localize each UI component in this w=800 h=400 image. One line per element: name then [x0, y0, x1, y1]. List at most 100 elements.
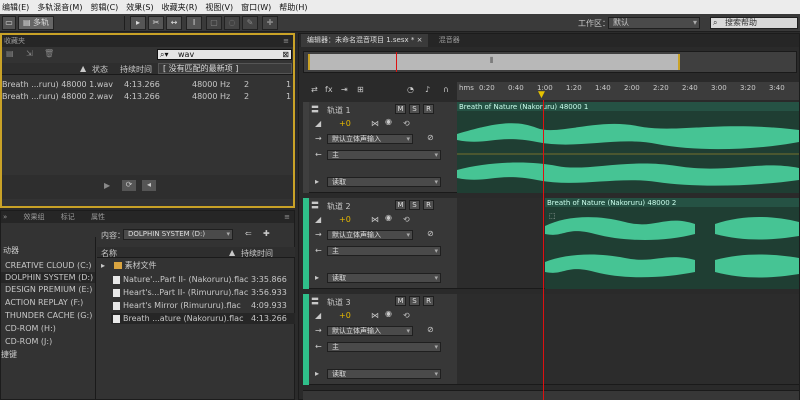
menu-edit[interactable]: 编辑(E): [2, 2, 29, 13]
automation-select[interactable]: 读取: [327, 369, 441, 379]
column-duration[interactable]: 持续时间: [120, 64, 152, 75]
pan-icon[interactable]: ⋈: [371, 119, 379, 128]
pan-icon[interactable]: ⋈: [371, 311, 379, 320]
eq-icon[interactable]: ⊞: [357, 85, 364, 94]
record-button[interactable]: R: [423, 104, 434, 114]
tab-editor[interactable]: 编辑器：未命名混音项目 1.sesx * ×: [301, 34, 429, 47]
autoplay-icon[interactable]: ◂: [142, 180, 156, 191]
add-shortcut-icon[interactable]: ✚: [263, 229, 270, 238]
volume-icon[interactable]: ◢: [315, 311, 321, 320]
overview-bar[interactable]: ⦀: [303, 51, 797, 73]
monitor-icon[interactable]: ⊘: [427, 229, 434, 238]
pan-knob-icon[interactable]: ◉: [385, 309, 392, 318]
tab-favorites[interactable]: 收藏夹: [4, 37, 25, 45]
record-button[interactable]: R: [423, 296, 434, 306]
razor-tool-icon[interactable]: ✂: [148, 16, 164, 30]
input-select[interactable]: 默认立体声输入: [327, 230, 413, 240]
mute-button[interactable]: M: [395, 296, 406, 306]
file-row-selected[interactable]: Breath ...ature (Nakoruru).flac 4:13.266: [111, 313, 295, 324]
track-name[interactable]: 轨道 1: [327, 105, 351, 116]
expand-icon[interactable]: ▸: [315, 273, 319, 282]
file-row[interactable]: Heart's...Part II- (Rimururu).flac 3:56.…: [113, 287, 295, 298]
menu-effects[interactable]: 效果(S): [126, 2, 153, 13]
input-select[interactable]: 默认立体声输入: [327, 134, 413, 144]
drive-item[interactable]: THUNDER CACHE (G:): [5, 310, 92, 321]
menu-clip[interactable]: 剪辑(C): [90, 2, 118, 13]
volume-value[interactable]: +0: [339, 119, 351, 128]
sync-icon[interactable]: ⟲: [403, 215, 410, 224]
menu-help[interactable]: 帮助(H): [279, 2, 307, 13]
automation-select[interactable]: 读取: [327, 177, 441, 187]
track-handle[interactable]: [303, 102, 309, 193]
move-icon[interactable]: ⇄: [311, 85, 318, 94]
expand-icon[interactable]: ▸: [101, 261, 105, 270]
output-select[interactable]: 主: [327, 342, 441, 352]
track-2-lane[interactable]: Breath of Nature (Nakoruru) 48000 2 ⬚: [457, 198, 799, 289]
track-handle[interactable]: [303, 294, 309, 385]
track-name[interactable]: 轨道 2: [327, 201, 351, 212]
waveform-view-button[interactable]: ▭: [2, 16, 16, 30]
mute-button[interactable]: M: [395, 104, 406, 114]
workspace-select[interactable]: 默认 ▾: [608, 17, 700, 29]
search-input[interactable]: ⌕▾ wav ⊠: [157, 49, 292, 60]
file-row[interactable]: Heart's Mirror (Rimururu).flac 4:09.933: [113, 300, 295, 311]
meter-icon[interactable]: ◔: [407, 85, 414, 94]
menu-favorites[interactable]: 收藏夹(R): [162, 2, 198, 13]
column-status[interactable]: 状态: [92, 64, 108, 75]
volume-icon[interactable]: ◢: [315, 215, 321, 224]
drive-item[interactable]: CD-ROM (J:): [5, 336, 52, 347]
overview-viewport[interactable]: [308, 54, 680, 70]
volume-icon[interactable]: ◢: [315, 119, 321, 128]
headphones-icon[interactable]: ∩: [443, 85, 449, 94]
mute-button[interactable]: M: [395, 200, 406, 210]
tab-mixer[interactable]: 混音器: [439, 36, 460, 44]
pan-knob-icon[interactable]: ◉: [385, 213, 392, 222]
track-1-lane[interactable]: Breath of Nature (Nakoruru) 48000 1: [457, 102, 799, 193]
move-tool-icon[interactable]: ▸: [130, 16, 146, 30]
marquee-tool-icon[interactable]: ▢: [206, 16, 222, 30]
fx-icon[interactable]: fx: [325, 85, 333, 94]
overview-handle-icon[interactable]: ⦀: [490, 56, 494, 66]
lasso-tool-icon[interactable]: ◌: [224, 16, 240, 30]
drive-item[interactable]: CREATIVE CLOUD (C:): [5, 260, 92, 271]
pan-knob-icon[interactable]: ◉: [385, 117, 392, 126]
drive-item[interactable]: DESIGN PREMIUM (E:): [5, 284, 92, 295]
tab-markers[interactable]: 标记: [61, 213, 75, 221]
sync-icon[interactable]: ⟲: [403, 311, 410, 320]
sync-icon[interactable]: ⟲: [403, 119, 410, 128]
loop-icon[interactable]: ⟳: [122, 180, 136, 191]
volume-value[interactable]: +0: [339, 311, 351, 320]
volume-value[interactable]: +0: [339, 215, 351, 224]
help-search-input[interactable]: ⌕ 搜索帮助: [710, 17, 798, 29]
expand-icon[interactable]: ▸: [315, 177, 319, 186]
expand-icon[interactable]: ▸: [315, 369, 319, 378]
tab-effects-rack[interactable]: 效果组: [24, 213, 45, 221]
send-icon[interactable]: ⇥: [341, 85, 348, 94]
file-row[interactable]: Breath ...ruru) 48000 1.wav 4:13.266 480…: [2, 79, 292, 90]
clear-icon[interactable]: ⊠: [282, 50, 289, 59]
file-row[interactable]: Nature'...Part II- (Nakoruru).flac 3:35.…: [113, 274, 295, 285]
time-selection-tool-icon[interactable]: I: [186, 16, 202, 30]
panel-menu-icon[interactable]: ≡: [283, 35, 289, 47]
multitrack-view-button[interactable]: ▤ 多轨: [18, 16, 54, 30]
monitor-icon[interactable]: ⊘: [427, 325, 434, 334]
insert-icon[interactable]: ⇲: [26, 49, 33, 58]
panel-menu-icon[interactable]: ≡: [284, 211, 290, 223]
menu-view[interactable]: 视图(V): [205, 2, 233, 13]
slip-tool-icon[interactable]: ↔: [166, 16, 182, 30]
track-3-lane[interactable]: [457, 294, 799, 385]
drive-item[interactable]: ACTION REPLAY (F:): [5, 297, 83, 308]
solo-button[interactable]: S: [409, 200, 420, 210]
pan-icon[interactable]: ⋈: [371, 215, 379, 224]
playhead-line[interactable]: [543, 100, 544, 400]
healing-tool-icon[interactable]: ✚: [262, 16, 278, 30]
drive-item[interactable]: CD-ROM (H:): [5, 323, 56, 334]
time-ruler[interactable]: hms 0:20 0:40 1:00 1:20 1:40 2:00 2:20 2…: [457, 82, 799, 100]
solo-button[interactable]: S: [409, 296, 420, 306]
drive-item-selected[interactable]: DOLPHIN SYSTEM (D:): [1, 272, 95, 283]
track-name[interactable]: 轨道 3: [327, 297, 351, 308]
collapse-icon[interactable]: »: [3, 213, 7, 221]
content-select[interactable]: DOLPHIN SYSTEM (D:): [123, 229, 233, 240]
back-icon[interactable]: ⇐: [245, 229, 252, 238]
playhead-marker-icon[interactable]: ▼: [538, 90, 545, 100]
